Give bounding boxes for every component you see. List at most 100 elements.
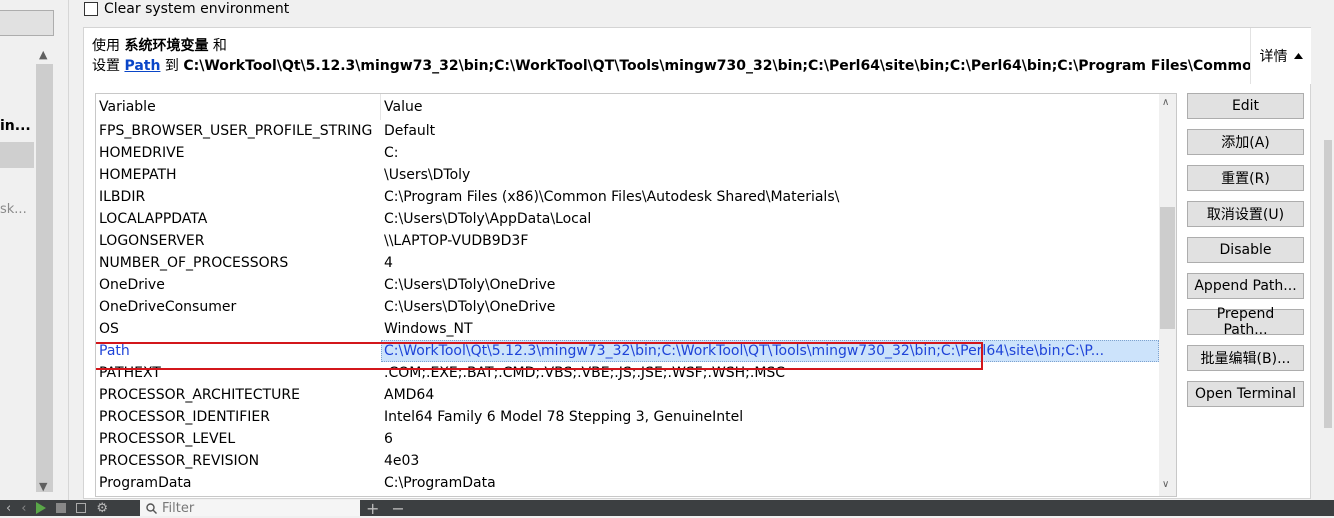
edit-button[interactable]: Edit [1187,93,1304,119]
table-row[interactable]: FPS_BROWSER_USER_PROFILE_STRING Default [96,120,1159,142]
cell-value: 6 [384,431,393,447]
caret-up-icon [1293,53,1303,59]
cell-value: \\LAPTOP-VUDB9D3F [384,233,529,249]
left-item-label-gray: sk... [0,202,27,217]
cell-variable: NUMBER_OF_PROCESSORS [99,255,289,271]
environment-variables-table[interactable]: Variable Value FPS_BROWSER_USER_PROFILE_… [95,93,1177,497]
cell-value: AMD64 [384,387,435,403]
summary-to: 到 [164,58,179,74]
chevron-left-icon[interactable]: ‹ [6,501,11,516]
details-toggle-label: 详情 [1259,49,1288,65]
chevron-left-icon-2[interactable]: ‹ [21,501,26,516]
cell-variable: PROCESSOR_ARCHITECTURE [99,387,300,403]
append-path-button[interactable]: Append Path... [1187,273,1304,299]
cell-variable: PATHEXT [99,365,161,381]
summary-path-value: C:\WorkTool\Qt\5.12.3\mingw73_32\bin;C:\… [183,58,1262,74]
add-button[interactable]: 添加(A) [1187,129,1304,155]
filter-input[interactable]: Filter [140,500,360,516]
table-row[interactable]: HOMEPATH \Users\DToly [96,164,1159,186]
bottom-left-controls: ‹ ‹ ⚙ [6,500,108,516]
cell-variable: OneDriveConsumer [99,299,237,315]
scroll-down-icon[interactable]: ▼ [39,480,47,493]
environment-variables-dialog: Clear system environment 使用 系统环境变量 和 设置 … [69,0,1334,500]
cell-value: 4 [384,255,393,271]
summary-system-vars: 系统环境变量 [124,38,209,54]
table-row[interactable]: LOGONSERVER \\LAPTOP-VUDB9D3F [96,230,1159,252]
left-scrollbar[interactable]: ▲ ▼ [36,46,53,499]
cell-variable: OS [99,321,119,337]
table-row[interactable]: PATHEXT .COM;.EXE;.BAT;.CMD;.VBS;.VBE;.JS… [96,362,1159,384]
table-header: Variable Value [96,94,1159,120]
stop-icon[interactable] [56,503,67,513]
bottom-toolbar: ‹ ‹ ⚙ Filter + − [0,499,1334,518]
summary-prefix: 使用 [92,38,120,54]
cell-variable: Path [99,343,130,359]
minus-icon[interactable]: − [391,499,404,518]
path-link[interactable]: Path [124,58,160,74]
window-scroll-thumb[interactable] [1324,140,1332,428]
table-row[interactable]: OneDriveConsumer C:\Users\DToly\OneDrive [96,296,1159,318]
environment-details-panel: 使用 系统环境变量 和 设置 Path 到 C:\WorkTool\Qt\5.1… [83,27,1311,499]
cell-variable: PROCESSOR_LEVEL [99,431,236,447]
cell-value: 4e03 [384,453,420,469]
filter-placeholder: Filter [162,500,195,516]
cell-variable: PROCESSOR_REVISION [99,453,260,469]
column-header-value[interactable]: Value [381,94,1159,120]
cell-variable: LOGONSERVER [99,233,205,249]
cell-value: \Users\DToly [384,167,471,183]
summary-set: 设置 [92,58,120,74]
table-row[interactable]: NUMBER_OF_PROCESSORS 4 [96,252,1159,274]
table-row[interactable]: LOCALAPPDATA C:\Users\DToly\AppData\Local [96,208,1159,230]
cell-value: Windows_NT [384,321,473,337]
gear-icon[interactable]: ⚙ [96,501,108,516]
open-terminal-button[interactable]: Open Terminal [1187,381,1304,407]
table-row[interactable]: ProgramData C:\ProgramData [96,472,1159,494]
disable-button[interactable]: Disable [1187,237,1304,263]
summary-line-1: 使用 系统环境变量 和 [92,36,1262,56]
clear-system-environment-label: Clear system environment [104,1,290,17]
left-scroll-thumb[interactable] [36,64,53,492]
table-row[interactable]: PROCESSOR_ARCHITECTURE AMD64 [96,384,1159,406]
cell-variable: FPS_BROWSER_USER_PROFILE_STRING [99,123,373,139]
table-row[interactable]: PROCESSOR_IDENTIFIER Intel64 Family 6 Mod… [96,406,1159,428]
cell-value: C:\Users\DToly\AppData\Local [384,211,592,227]
layout-icon[interactable] [76,503,87,513]
table-row[interactable]: HOMEDRIVE C: [96,142,1159,164]
unset-button[interactable]: 取消设置(U) [1187,201,1304,227]
prepend-path-button[interactable]: Prepend Path... [1187,306,1304,338]
reset-button[interactable]: 重置(R) [1187,165,1304,191]
window-scrollbar[interactable] [1322,0,1334,500]
table-row[interactable]: OS Windows_NT [96,318,1159,340]
cell-value: C:\WorkTool\Qt\5.12.3\mingw73_32\bin;C:\… [381,340,1159,362]
table-scrollbar[interactable]: ∧ ∨ [1159,94,1176,496]
clear-system-environment-checkbox[interactable]: Clear system environment [84,0,289,18]
column-header-variable[interactable]: Variable [96,94,381,120]
scroll-down-icon[interactable]: ∨ [1162,479,1169,490]
table-row[interactable]: Path C:\WorkTool\Qt\5.12.3\mingw73_32\bin… [96,340,1159,362]
summary-line-2: 设置 Path 到 C:\WorkTool\Qt\5.12.3\mingw73_… [92,56,1262,76]
run-icon[interactable] [36,502,47,514]
cell-variable: PROCESSOR_IDENTIFIER [99,409,270,425]
table-row[interactable]: PROCESSOR_REVISION 4e03 [96,450,1159,472]
batch-edit-button[interactable]: 批量编辑(B)... [1187,345,1304,371]
cell-variable: ProgramData [99,475,192,491]
cell-variable: HOMEPATH [99,167,177,183]
table-row[interactable]: OneDrive C:\Users\DToly\OneDrive [96,274,1159,296]
table-row[interactable]: PROCESSOR_LEVEL 6 [96,428,1159,450]
plus-icon[interactable]: + [366,499,379,518]
cell-value: Intel64 Family 6 Model 78 Stepping 3, Ge… [384,409,744,425]
scroll-up-icon[interactable]: ▲ [39,48,47,61]
checkbox-box[interactable] [84,2,98,16]
cell-value: C:\Users\DToly\OneDrive [384,299,556,315]
details-toggle-button[interactable]: 详情 [1250,28,1311,84]
left-selected-item[interactable] [0,142,34,168]
left-top-button[interactable] [0,10,54,36]
search-icon [146,502,157,514]
cell-value: C:\Program Files (x86)\Common Files\Auto… [384,189,840,205]
cell-variable: LOCALAPPDATA [99,211,208,227]
table-scroll-thumb[interactable] [1160,207,1175,329]
left-item-label: in... [0,118,31,134]
scroll-up-icon[interactable]: ∧ [1162,97,1169,108]
cell-variable: ILBDIR [99,189,146,205]
table-row[interactable]: ILBDIR C:\Program Files (x86)\Common File… [96,186,1159,208]
